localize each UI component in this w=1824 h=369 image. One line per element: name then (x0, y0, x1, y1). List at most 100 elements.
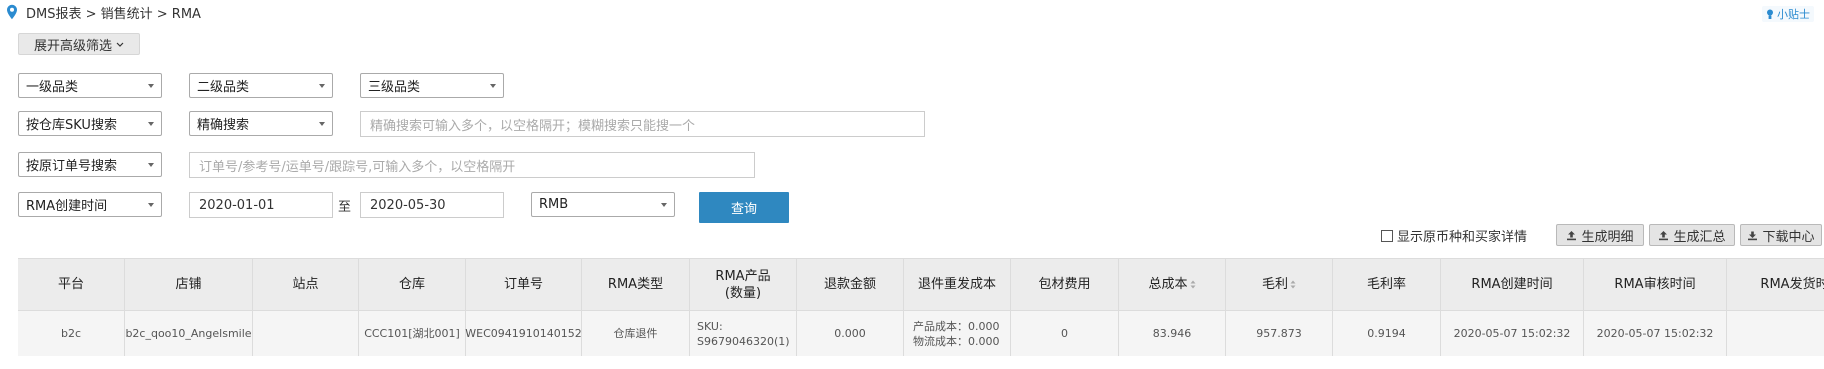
column-header-text: 仓库 (398, 277, 425, 292)
cell-store: b2c_qoo10_Angelsmile (125, 311, 253, 356)
dropdown-caret-icon (148, 122, 154, 126)
category-level1-select[interactable]: 一级品类 (18, 73, 162, 98)
order-search-type-select[interactable]: 按原订单号搜索 (18, 152, 162, 177)
currency-value: RMB (539, 197, 569, 212)
cell-platform: b2c (18, 311, 125, 356)
tips-label: 小贴士 (1777, 8, 1810, 21)
category-level1-value: 一级品类 (26, 80, 79, 95)
dropdown-caret-icon (148, 203, 154, 207)
date-type-value: RMA创建时间 (26, 199, 108, 214)
dropdown-caret-icon (661, 203, 667, 207)
cell-rma-reviewed: 2020-05-07 15:02:32 (1584, 311, 1727, 356)
match-mode-value: 精确搜索 (197, 118, 250, 133)
query-button-label: 查询 (730, 202, 757, 217)
column-header-gross-profit[interactable]: 毛利 (1226, 259, 1333, 310)
column-header-rma-type: RMA类型 (582, 259, 690, 310)
lightbulb-icon (1767, 9, 1773, 19)
category-level3-value: 三级品类 (368, 80, 421, 95)
sort-icon (1290, 280, 1296, 289)
dropdown-caret-icon (148, 163, 154, 167)
date-to-value: 2020-05-30 (370, 197, 446, 213)
column-header-text: (数量) (724, 285, 762, 301)
date-to-input[interactable]: 2020-05-30 (360, 192, 504, 218)
location-pin-icon (7, 4, 17, 20)
sku-search-placeholder: 精确搜索可输入多个，以空格隔开；模糊搜索只能搜一个 (370, 118, 696, 134)
category-level2-value: 二级品类 (197, 80, 250, 95)
column-header-warehouse: 仓库 (359, 259, 466, 310)
cell-total-cost: 83.946 (1119, 311, 1226, 356)
breadcrumb-text: DMS报表 > 销售统计 > RMA (26, 6, 201, 22)
dropdown-caret-icon (490, 84, 496, 88)
show-currency-detail-label: 显示原币种和买家详情 (1397, 230, 1528, 245)
column-header-text: 退款金额 (823, 277, 876, 292)
column-header-text: 毛利 (1261, 277, 1288, 292)
show-currency-detail-checkbox[interactable] (1381, 229, 1393, 242)
download-icon (1748, 231, 1758, 240)
column-header-text: 站点 (292, 277, 319, 292)
cell-site (253, 311, 359, 356)
currency-select[interactable]: RMB (531, 192, 675, 217)
sort-icon (1190, 280, 1195, 289)
advanced-filter-label: 展开高级筛选 (33, 38, 112, 54)
tips-link[interactable]: 小贴士 (1762, 6, 1814, 22)
cell-packing: 0 (1011, 311, 1119, 356)
column-header-text: 店铺 (175, 277, 202, 292)
column-header-platform: 平台 (18, 259, 125, 310)
show-currency-detail-option[interactable]: 显示原币种和买家详情 (1381, 226, 1527, 245)
column-header-text: RMA审核时间 (1614, 277, 1696, 292)
category-level3-select[interactable]: 三级品类 (360, 73, 504, 98)
download-center-button[interactable]: 下载中心 (1740, 224, 1822, 246)
cell-gross-profit: 957.873 (1226, 311, 1333, 356)
cell-rma-product: SKU: S9679046320(1) (690, 311, 797, 356)
cell-product-line: S9679046320(1) (697, 334, 790, 348)
download-center-label: 下载中心 (1762, 229, 1815, 245)
column-header-text: RMA创建时间 (1471, 277, 1553, 292)
column-header-text: 毛利率 (1366, 277, 1406, 292)
column-header-text: 平台 (57, 277, 84, 292)
date-from-value: 2020-01-01 (199, 197, 275, 213)
breadcrumb: DMS报表 > 销售统计 > RMA (6, 4, 201, 22)
table-row: b2c b2c_qoo10_Angelsmile CCC101[湖北001] W… (18, 310, 1824, 356)
category-level2-select[interactable]: 二级品类 (189, 73, 333, 98)
column-header-refund: 退款金额 (797, 259, 904, 310)
column-header-text: 订单号 (503, 277, 543, 292)
date-range-separator: 至 (338, 200, 352, 215)
column-header-rma-reviewed: RMA审核时间 (1584, 259, 1727, 310)
column-header-order-no: 订单号 (466, 259, 582, 310)
date-from-input[interactable]: 2020-01-01 (189, 192, 333, 218)
cell-product-line: SKU: (697, 319, 723, 333)
column-header-site: 站点 (253, 259, 359, 310)
column-header-rma-shipped: RMA发货时间 (1727, 259, 1824, 310)
chevron-down-icon (116, 42, 124, 47)
column-header-store: 店铺 (125, 259, 253, 310)
cell-gross-margin: 0.9194 (1333, 311, 1441, 356)
order-search-input[interactable]: 订单号/参考号/运单号/跟踪号,可输入多个，以空格隔开 (189, 152, 755, 178)
column-header-text: RMA产品 (715, 268, 771, 284)
cell-reship-cost: 产品成本：0.000 物流成本：0.000 (904, 311, 1011, 356)
rma-table: 平台 店铺 站点 仓库 订单号 RMA类型 RMA产品 (数量) 退款金额 退件… (18, 258, 1824, 356)
column-header-total-cost[interactable]: 总成本 (1119, 259, 1226, 310)
date-type-select[interactable]: RMA创建时间 (18, 192, 162, 217)
table-header: 平台 店铺 站点 仓库 订单号 RMA类型 RMA产品 (数量) 退款金额 退件… (18, 259, 1824, 310)
advanced-filter-toggle[interactable]: 展开高级筛选 (18, 33, 140, 55)
cell-warehouse: CCC101[湖北001] (359, 311, 466, 356)
cell-product-cost: 产品成本：0.000 (913, 319, 1000, 333)
cell-rma-type: 仓库退件 (582, 311, 690, 356)
column-header-reship-cost: 退件重发成本 (904, 259, 1011, 310)
sku-search-input[interactable]: 精确搜索可输入多个，以空格隔开；模糊搜索只能搜一个 (360, 111, 925, 137)
column-header-text: RMA类型 (607, 277, 664, 292)
generate-summary-button[interactable]: 生成汇总 (1649, 224, 1735, 246)
query-button[interactable]: 查询 (699, 192, 789, 223)
generate-detail-button[interactable]: 生成明细 (1556, 224, 1644, 246)
column-header-rma-created: RMA创建时间 (1441, 259, 1584, 310)
cell-logistics-cost: 物流成本：0.000 (913, 334, 1000, 348)
order-search-type-value: 按原订单号搜索 (26, 159, 118, 174)
cell-rma-created: 2020-05-07 15:02:32 (1441, 311, 1584, 356)
sku-search-type-select[interactable]: 按仓库SKU搜索 (18, 111, 162, 136)
order-search-placeholder: 订单号/参考号/运单号/跟踪号,可输入多个，以空格隔开 (199, 159, 516, 175)
generate-summary-label: 生成汇总 (1673, 229, 1726, 245)
upload-icon (1567, 230, 1577, 240)
generate-detail-label: 生成明细 (1581, 229, 1634, 245)
cell-rma-shipped (1727, 311, 1824, 356)
match-mode-select[interactable]: 精确搜索 (189, 111, 333, 136)
